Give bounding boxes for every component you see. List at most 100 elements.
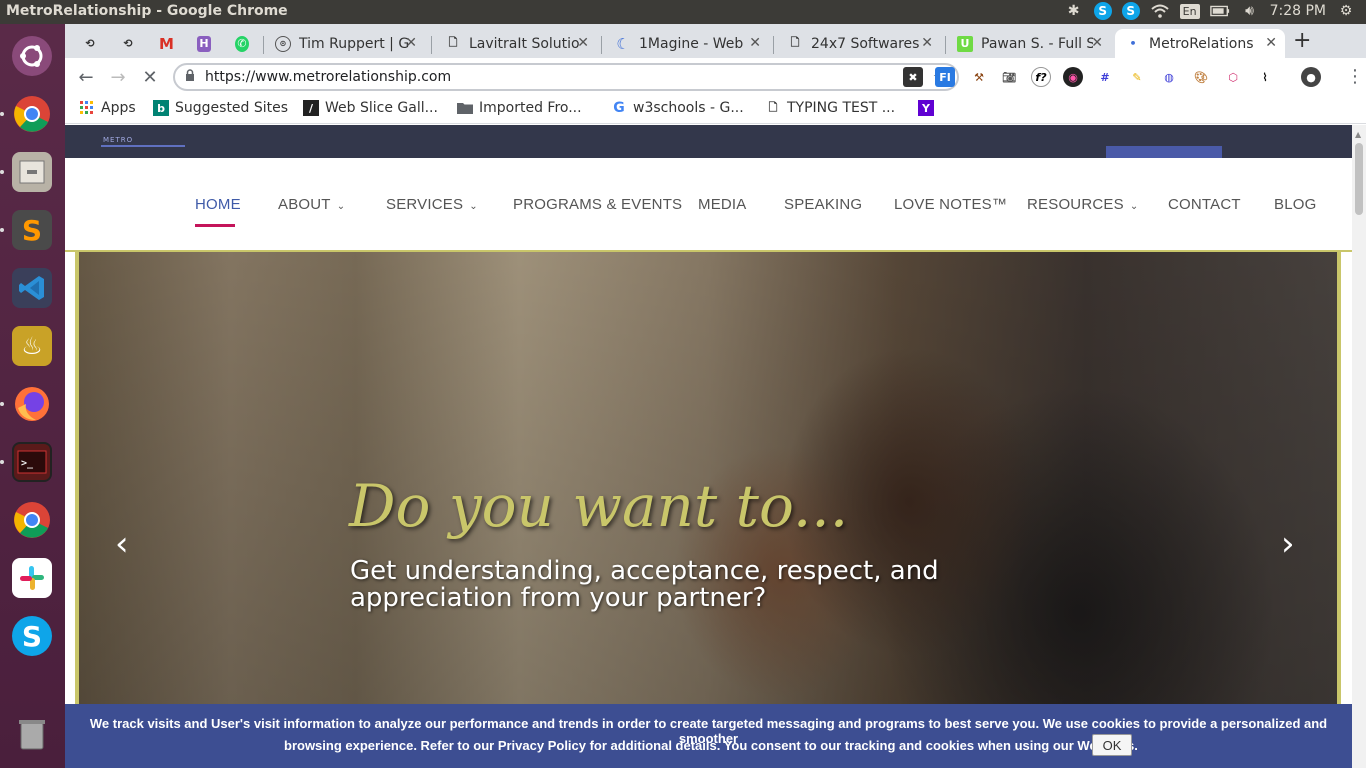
launcher-ubuntu[interactable] [6,30,58,82]
nav-love-notes[interactable]: LOVE NOTES™ [894,196,1007,213]
nav-contact[interactable]: CONTACT [1168,196,1241,213]
launcher-chrome[interactable] [0,88,58,140]
running-indicator [0,228,4,232]
wifi-icon[interactable] [1150,2,1170,20]
whatsapp-icon: ✆ [235,35,249,52]
launcher-skype[interactable]: S [6,610,58,662]
tab-pinned-4[interactable]: H [187,29,219,58]
menu-kebab-icon[interactable]: ⋮ [1346,66,1364,87]
slack-tray-icon[interactable]: ✱ [1064,2,1084,20]
chevron-left-icon[interactable]: ‹ [115,524,129,564]
page-icon: 🗋 [790,36,800,49]
close-icon[interactable]: ✕ [921,35,933,51]
skype-tray-icon[interactable]: S [1093,2,1112,20]
url-text[interactable]: https://www.metrorelationship.com [205,69,451,85]
tab-pinned-1[interactable]: ⟲ [73,29,105,58]
lock-icon [185,69,195,85]
bookmark-apps[interactable]: Apps [79,100,136,116]
extension-wave-icon[interactable]: ⌇ [1255,67,1275,87]
extension-fi-icon[interactable]: FI [935,67,955,87]
battery-icon[interactable] [1209,2,1230,20]
address-bar[interactable]: https://www.metrorelationship.com ☆ [173,63,959,91]
close-icon[interactable]: ✕ [577,35,589,51]
tab-24x7-softwares[interactable]: 🗋 24x7 Softwares ✕ [777,29,941,58]
nav-services[interactable]: SERVICES ⌄ [386,196,478,213]
launcher-sublime-text[interactable]: S [0,204,58,256]
tab-separator [945,36,946,54]
chevron-right-icon[interactable]: › [1281,524,1295,564]
hero-subtext: Get understanding, acceptance, respect, … [350,556,939,613]
stop-loading-icon[interactable]: ✕ [137,64,163,90]
nav-resources[interactable]: RESOURCES ⌄ [1027,196,1138,213]
tab-pinned-2[interactable]: ⟲ [111,29,143,58]
tab-lavitrait[interactable]: 🗋 LavitraIt Solutio ✕ [435,29,597,58]
nav-blog[interactable]: BLOG [1274,196,1316,213]
tab-pinned-5[interactable]: ✆ [225,29,257,58]
back-arrow-icon[interactable]: ← [73,64,99,90]
launcher-genie[interactable]: ♨ [6,320,58,372]
extension-badge-icon[interactable]: ⬡ [1223,67,1243,87]
nav-label: SERVICES [386,196,464,213]
bookmark-label: Suggested Sites [175,100,289,116]
clock[interactable]: 7:28 PM [1270,3,1326,19]
tab-tim-ruppert[interactable]: ⊙ Tim Ruppert | G ✕ [265,29,425,58]
extension-palette-icon[interactable]: 🎨︎ [1191,67,1211,87]
habitica-icon: H [197,35,211,52]
new-tab-plus-icon[interactable]: + [1293,28,1311,53]
keyboard-layout-indicator[interactable]: En [1179,3,1200,19]
bookmark-yahoo[interactable]: Y [918,100,934,116]
extension-colorpicker-icon[interactable]: ◉ [1063,67,1083,87]
extension-camera-icon[interactable]: 📷︎ [999,67,1019,87]
nav-media[interactable]: MEDIA [698,196,747,213]
slack-icon [12,558,52,598]
tab-pinned-3[interactable]: M [149,29,181,58]
main-navigation: HOME ABOUT ⌄ SERVICES ⌄ PROGRAMS & EVENTS … [65,158,1352,252]
terminal-icon: >_ [12,442,52,482]
nav-programs-events[interactable]: PROGRAMS & EVENTS [513,196,682,213]
extension-note-icon[interactable]: ✎ [1127,67,1147,87]
power-gear-icon[interactable]: ⚙ [1336,2,1356,20]
forward-arrow-icon[interactable]: → [105,64,131,90]
launcher-slack[interactable] [6,552,58,604]
close-icon[interactable]: ✕ [1091,35,1103,51]
site-logo[interactable]: METRO [101,125,185,147]
scroll-up-arrow-icon[interactable]: ▲ [1355,130,1361,139]
close-icon[interactable]: ✕ [405,35,417,51]
nav-label: CONTACT [1168,196,1241,213]
launcher-vscode[interactable] [6,262,58,314]
ubuntu-logo-icon [12,36,52,76]
bookmark-web-slice-gallery[interactable]: / Web Slice Gall... [303,100,438,116]
launcher-chrome-2[interactable] [6,494,58,546]
tab-pawan-s[interactable]: U Pawan S. - Full S ✕ [947,29,1111,58]
launcher-trash[interactable] [6,708,58,760]
skype-tray-icon-2[interactable]: S [1121,2,1140,20]
extension-fontface-icon[interactable]: f? [1031,67,1051,87]
close-icon[interactable]: ✕ [749,35,761,51]
header-cta-button[interactable] [1106,146,1222,158]
volume-icon[interactable]: 🔊︎ [1240,2,1260,20]
scrollbar-thumb[interactable] [1355,143,1363,215]
tab-1magine[interactable]: ☾ 1Magine - Web ✕ [605,29,769,58]
launcher-files[interactable] [0,146,58,198]
nav-about[interactable]: ABOUT ⌄ [278,196,345,213]
bookmark-w3schools[interactable]: G w3schools - G... [611,100,744,116]
extension-ruler-icon[interactable]: ◍ [1159,67,1179,87]
nav-speaking[interactable]: SPEAKING [784,196,862,213]
extension-grid-icon[interactable]: # [1095,67,1115,87]
page-scrollbar[interactable]: ▲ [1352,125,1366,768]
bookmark-imported-from[interactable]: Imported Fro... [457,100,582,116]
bookmark-label: w3schools - G... [633,100,744,116]
profile-avatar-icon[interactable]: ● [1301,67,1321,87]
crescent-icon: ☾ [616,34,630,53]
launcher-firefox[interactable] [0,378,58,430]
nav-home[interactable]: HOME [195,196,241,213]
launcher-terminal[interactable]: >_ [0,436,58,488]
extension-hammer-icon[interactable]: ⚒ [969,67,989,87]
gmail-icon: M [159,34,174,53]
close-icon[interactable]: ✕ [1265,35,1277,51]
bookmark-suggested-sites[interactable]: b Suggested Sites [153,100,288,116]
tab-metrorelationship[interactable]: • MetroRelations ✕ [1115,29,1285,58]
cookie-ok-button[interactable]: OK [1092,734,1132,756]
extension-x-icon[interactable]: ✖ [903,67,923,87]
bookmark-typing-test[interactable]: 🗋 TYPING TEST ... [765,100,896,116]
